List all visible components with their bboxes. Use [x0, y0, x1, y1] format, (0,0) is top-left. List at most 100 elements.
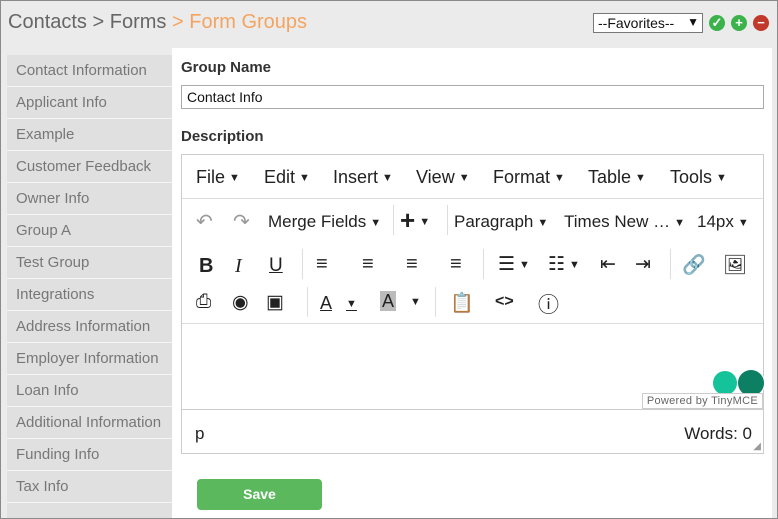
- menu-view-label: View: [416, 167, 455, 187]
- main-panel: Group Name Contact Info Description File…: [172, 48, 772, 518]
- highlight-swatch: A: [380, 291, 397, 311]
- image-icon[interactable]: 🖼: [723, 253, 747, 277]
- caret-down-icon: ▼: [554, 172, 565, 185]
- sidebar: Contact Information Applicant Info Examp…: [7, 55, 172, 518]
- italic-icon[interactable]: I: [235, 255, 242, 278]
- bold-icon[interactable]: B: [199, 255, 213, 278]
- menu-edit-label: Edit: [264, 167, 296, 187]
- menu-table[interactable]: Table ▼: [588, 167, 646, 188]
- breadcrumb-contacts[interactable]: Contacts: [8, 11, 87, 33]
- favorites-select[interactable]: --Favorites-- ▼: [593, 13, 703, 33]
- print-icon[interactable]: ⎙: [196, 291, 211, 313]
- grammarly-bubble: [713, 371, 737, 395]
- editor-menubar: File ▼ Edit ▼ Insert ▼ View ▼ Format ▼ Table ▼…: [182, 155, 763, 199]
- toolbar-divider: [435, 287, 436, 317]
- breadcrumb-forms[interactable]: Forms: [110, 11, 167, 33]
- editor-toolbar: ↶ ↷ Merge Fields ▼ + ▼ Paragraph ▼ Times Ne…: [182, 199, 763, 324]
- source-code-icon[interactable]: <>: [495, 293, 514, 311]
- sidebar-item-funding-info[interactable]: Funding Info: [7, 439, 172, 471]
- menu-tools-label: Tools: [670, 167, 713, 187]
- font-size-label: 14px: [697, 212, 734, 231]
- caret-down-icon: ▼: [569, 258, 580, 271]
- caret-down-icon: ▼: [229, 172, 240, 185]
- check-icon[interactable]: ✓: [709, 15, 725, 31]
- breadcrumb-separator: >: [92, 11, 105, 33]
- media-icon[interactable]: ▣: [266, 291, 284, 314]
- caret-down-icon: ▼: [410, 296, 421, 309]
- align-left-icon[interactable]: ≡: [316, 253, 328, 276]
- caret-down-icon: ▼: [346, 298, 357, 311]
- toolbar-divider: [670, 249, 671, 279]
- breadcrumb: Contacts > Forms > Form Groups: [8, 11, 307, 34]
- sidebar-item-loan-info[interactable]: Loan Info: [7, 375, 172, 407]
- group-name-input[interactable]: Contact Info: [181, 85, 764, 109]
- underline-icon[interactable]: U: [269, 255, 283, 277]
- toolbar-divider: [307, 287, 308, 317]
- menu-format[interactable]: Format ▼: [493, 167, 565, 188]
- sidebar-item-tax-info[interactable]: Tax Info: [7, 471, 172, 503]
- caret-down-icon: ▼: [458, 172, 470, 185]
- sidebar-item-example[interactable]: Example: [7, 119, 172, 151]
- favorites-selected-value: --Favorites--: [598, 15, 675, 31]
- font-size-dropdown[interactable]: 14px ▼: [697, 212, 749, 232]
- breadcrumb-separator: >: [171, 11, 184, 33]
- menu-tools[interactable]: Tools ▼: [670, 167, 727, 188]
- preview-eye-icon[interactable]: ◉: [232, 291, 249, 314]
- font-family-dropdown[interactable]: Times New … ▼: [564, 212, 685, 232]
- align-center-icon[interactable]: ≡: [362, 253, 374, 276]
- app-frame: Contacts > Forms > Form Groups --Favorit…: [0, 0, 778, 519]
- caret-down-icon: ▼: [382, 172, 393, 185]
- sidebar-item-customer-feedback[interactable]: Customer Feedback: [7, 151, 172, 183]
- description-label: Description: [181, 128, 264, 145]
- paste-icon[interactable]: 📋: [450, 291, 474, 315]
- menu-file-label: File: [196, 167, 226, 187]
- save-button[interactable]: Save: [197, 479, 322, 510]
- sidebar-item-additional-information[interactable]: Additional Information: [7, 407, 172, 439]
- menu-view[interactable]: View ▼: [416, 167, 470, 188]
- text-color-icon[interactable]: A ▼: [320, 293, 357, 314]
- merge-fields-dropdown[interactable]: Merge Fields ▼: [268, 212, 381, 232]
- caret-down-icon: ▼: [519, 258, 530, 271]
- align-justify-icon[interactable]: ≡: [450, 253, 462, 276]
- editor-statusbar: p Words: 0 ◢: [182, 409, 763, 454]
- caret-down-icon: ▼: [537, 216, 549, 229]
- header-bar: Contacts > Forms > Form Groups --Favorit…: [1, 1, 777, 47]
- menu-file[interactable]: File ▼: [196, 167, 240, 188]
- editor-content-area[interactable]: Powered by TinyMCE: [182, 323, 765, 409]
- outdent-icon[interactable]: ⇤: [600, 253, 616, 276]
- indent-icon[interactable]: ⇥: [635, 253, 651, 276]
- sidebar-item-integrations[interactable]: Integrations: [7, 279, 172, 311]
- bullet-list-icon[interactable]: ☰ ▼: [498, 253, 530, 276]
- background-color-icon[interactable]: A ▼: [380, 291, 421, 312]
- help-icon[interactable]: ⓘ: [538, 289, 559, 319]
- element-path[interactable]: p: [195, 424, 204, 444]
- menu-insert[interactable]: Insert ▼: [333, 167, 393, 188]
- sidebar-item-employer-information[interactable]: Employer Information: [7, 343, 172, 375]
- toolbar-divider: [447, 205, 448, 235]
- link-icon[interactable]: 🔗: [682, 253, 706, 277]
- plus-icon[interactable]: +: [731, 15, 747, 31]
- block-format-dropdown[interactable]: Paragraph ▼: [454, 212, 548, 232]
- merge-fields-label: Merge Fields: [268, 212, 367, 231]
- sidebar-item-contact-information[interactable]: Contact Information: [7, 55, 172, 87]
- redo-icon[interactable]: ↷: [233, 209, 250, 234]
- sidebar-item-address-information[interactable]: Address Information: [7, 311, 172, 343]
- font-family-label: Times New …: [564, 212, 671, 231]
- sidebar-item-group-a[interactable]: Group A: [7, 215, 172, 247]
- powered-by-tinymce[interactable]: Powered by TinyMCE: [641, 393, 763, 409]
- toolbar-divider: [393, 205, 394, 235]
- menu-insert-label: Insert: [333, 167, 379, 187]
- menu-format-label: Format: [493, 167, 551, 187]
- sidebar-item-test-group[interactable]: Test Group: [7, 247, 172, 279]
- menu-edit[interactable]: Edit ▼: [264, 167, 310, 188]
- minus-icon[interactable]: −: [753, 15, 769, 31]
- resize-handle-icon[interactable]: ◢: [753, 441, 761, 452]
- sidebar-item-applicant-info[interactable]: Applicant Info: [7, 87, 172, 119]
- numbered-list-icon[interactable]: ☷ ▼: [548, 253, 580, 276]
- undo-icon[interactable]: ↶: [196, 209, 213, 234]
- align-right-icon[interactable]: ≡: [406, 253, 418, 276]
- chevron-down-icon: ▼: [687, 15, 699, 29]
- insert-plus-icon[interactable]: + ▼: [400, 205, 430, 236]
- word-count[interactable]: Words: 0: [684, 424, 752, 444]
- sidebar-item-owner-info[interactable]: Owner Info: [7, 183, 172, 215]
